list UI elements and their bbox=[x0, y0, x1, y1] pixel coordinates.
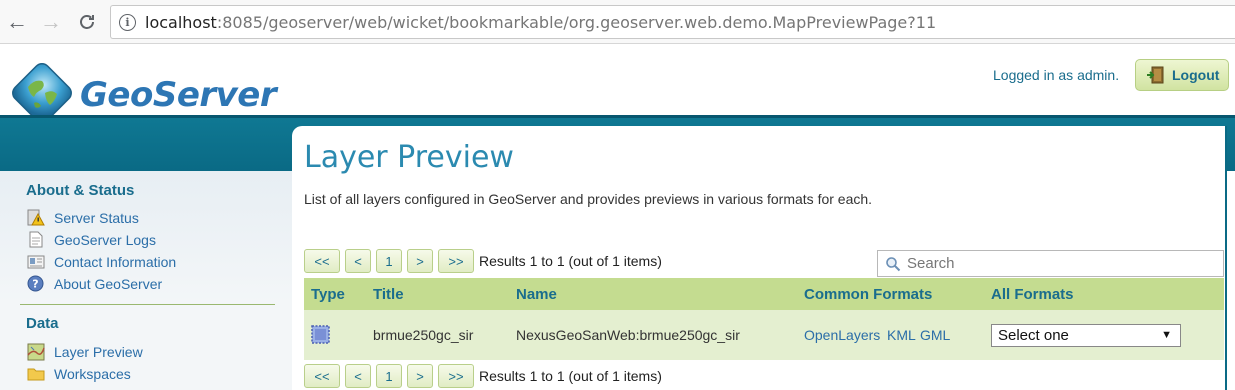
layer-name-cell: NexusGeoSanWeb:brmue250gc_sir bbox=[516, 327, 740, 343]
pager-last-button[interactable]: >> bbox=[438, 364, 474, 388]
pager-page-button[interactable]: 1 bbox=[376, 249, 402, 273]
app-header: GeoServer Logged in as admin. Logout bbox=[0, 45, 1235, 123]
pager-prev-button[interactable]: < bbox=[345, 364, 371, 388]
table-header-row bbox=[304, 278, 1224, 310]
logout-label: Logout bbox=[1172, 67, 1220, 83]
pager-last-button[interactable]: >> bbox=[438, 249, 474, 273]
url-text: localhost:8085/geoserver/web/wicket/book… bbox=[145, 12, 937, 32]
pager-results-text: Results 1 to 1 (out of 1 items) bbox=[479, 368, 662, 384]
pager-first-button[interactable]: << bbox=[304, 364, 340, 388]
select-value: Select one bbox=[998, 327, 1069, 344]
browser-toolbar: ← → i localhost:8085/geoserver/web/wicke… bbox=[0, 0, 1235, 44]
sidebar-item-label: About GeoServer bbox=[54, 275, 163, 292]
pager-page-button[interactable]: 1 bbox=[376, 364, 402, 388]
logout-button[interactable]: Logout bbox=[1135, 59, 1229, 91]
forward-arrow-icon[interactable]: → bbox=[38, 9, 64, 35]
sidebar-item-server-status[interactable]: Server Status bbox=[26, 209, 139, 226]
sidebar-item-about-geoserver[interactable]: ? About GeoServer bbox=[26, 275, 162, 292]
page-description: List of all layers configured in GeoServ… bbox=[304, 191, 873, 207]
site-info-icon[interactable]: i bbox=[119, 13, 136, 31]
door-exit-icon bbox=[1147, 66, 1164, 84]
document-icon bbox=[26, 231, 45, 248]
sidebar-item-label: Layer Preview bbox=[54, 343, 143, 360]
polygon-layer-icon bbox=[311, 325, 330, 347]
column-header-title[interactable]: Title bbox=[373, 286, 404, 303]
sidebar-heading-about: About & Status bbox=[26, 182, 135, 199]
column-header-name[interactable]: Name bbox=[516, 286, 557, 303]
format-link-gml[interactable]: GML bbox=[920, 327, 950, 343]
pager-first-button[interactable]: << bbox=[304, 249, 340, 273]
column-header-type[interactable]: Type bbox=[311, 286, 345, 303]
search-field[interactable] bbox=[877, 250, 1224, 277]
svg-text:?: ? bbox=[32, 278, 38, 291]
sidebar-item-label: Workspaces bbox=[54, 365, 131, 382]
all-formats-select[interactable]: Select one ▼ bbox=[991, 324, 1181, 347]
pager-next-button[interactable]: > bbox=[407, 249, 433, 273]
sidebar-item-label: Contact Information bbox=[54, 253, 177, 270]
map-preview-icon bbox=[26, 343, 45, 360]
sidebar-item-contact-information[interactable]: Contact Information bbox=[26, 253, 176, 270]
dropdown-arrow-icon: ▼ bbox=[1161, 329, 1172, 341]
pager-next-button[interactable]: > bbox=[407, 364, 433, 388]
pager-bottom: << < 1 > >> Results 1 to 1 (out of 1 ite… bbox=[304, 364, 662, 388]
pager-top: << < 1 > >> Results 1 to 1 (out of 1 ite… bbox=[304, 249, 662, 273]
info-help-icon: ? bbox=[26, 275, 45, 292]
sidebar-divider bbox=[20, 304, 275, 305]
layer-title-cell: brmue250gc_sir bbox=[373, 327, 474, 343]
folder-icon bbox=[26, 365, 45, 382]
search-input[interactable] bbox=[907, 255, 1207, 272]
logo-text: GeoServer bbox=[80, 75, 277, 115]
pager-prev-button[interactable]: < bbox=[345, 249, 371, 273]
back-arrow-icon[interactable]: ← bbox=[4, 9, 30, 35]
logged-in-status: Logged in as admin. bbox=[993, 67, 1120, 83]
sidebar-item-workspaces[interactable]: Workspaces bbox=[26, 365, 131, 382]
format-link-kml[interactable]: KML bbox=[887, 327, 916, 343]
address-bar[interactable]: i localhost:8085/geoserver/web/wicket/bo… bbox=[110, 5, 1235, 39]
server-status-icon bbox=[26, 209, 45, 226]
page-title: Layer Preview bbox=[304, 140, 514, 175]
sidebar-item-layer-preview[interactable]: Layer Preview bbox=[26, 343, 143, 360]
format-link-openlayers[interactable]: OpenLayers bbox=[804, 327, 880, 343]
reload-icon[interactable] bbox=[74, 9, 100, 35]
pager-results-text: Results 1 to 1 (out of 1 items) bbox=[479, 253, 662, 269]
sidebar-item-geoserver-logs[interactable]: GeoServer Logs bbox=[26, 231, 156, 248]
contact-card-icon bbox=[26, 253, 45, 270]
column-header-all-formats: All Formats bbox=[991, 286, 1074, 303]
column-header-common-formats: Common Formats bbox=[804, 286, 933, 303]
sidebar-heading-data: Data bbox=[26, 315, 59, 332]
search-icon bbox=[886, 256, 901, 271]
sidebar-item-label: GeoServer Logs bbox=[54, 231, 156, 248]
sidebar-item-label: Server Status bbox=[54, 209, 139, 226]
